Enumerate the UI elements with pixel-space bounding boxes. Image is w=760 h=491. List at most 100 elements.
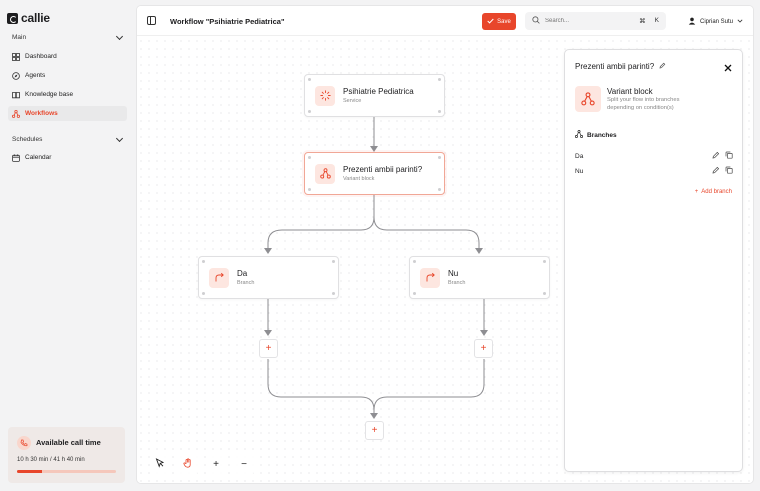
save-label: Save <box>497 18 511 25</box>
add-step-button-da[interactable]: + <box>259 339 278 358</box>
minus-icon: − <box>241 458 247 470</box>
plus-icon: + <box>694 189 699 195</box>
service-node[interactable]: Psihiatrie Pediatrica Service <box>304 74 445 117</box>
sidebar-item-dashboard[interactable]: Dashboard <box>8 49 127 64</box>
branch-name: Da <box>575 152 584 160</box>
main-area: Workflow "Psihiatrie Pediatrica" Save ⌘ … <box>136 5 754 484</box>
variant-icon <box>315 163 335 184</box>
select-tool-button[interactable] <box>150 454 170 474</box>
panel-title-text: Prezenti ambii parinti? <box>575 62 655 71</box>
sidebar-item-agents[interactable]: Agents <box>8 68 127 83</box>
panel-title: Prezenti ambii parinti? <box>575 62 666 71</box>
branch-arrow-icon <box>420 267 440 288</box>
block-details-panel: Prezenti ambii parinti? Variant block Sp… <box>564 49 743 472</box>
sidebar: callie Main Dashboard Agents Knowledge b… <box>0 0 133 491</box>
main-section-label: Main <box>12 34 27 41</box>
grid-icon <box>12 52 20 61</box>
branches-label: Branches <box>587 131 617 139</box>
copy-icon[interactable] <box>725 151 733 161</box>
page-title: Workflow "Psihiatrie Pediatrica" <box>170 17 285 26</box>
branch-node-da[interactable]: Da Branch <box>198 256 339 299</box>
branches-header: Branches <box>574 130 617 140</box>
shortcut-mod: ⌘ <box>639 18 646 25</box>
add-branch-label: Add branch <box>701 189 732 195</box>
sidebar-item-label: Agents <box>25 72 46 79</box>
node-subtitle: Service <box>343 98 362 104</box>
node-subtitle: Branch <box>237 280 255 286</box>
sidebar-item-calendar[interactable]: Calendar <box>8 150 127 165</box>
block-name: Variant block <box>607 87 653 96</box>
branch-arrow-icon <box>209 267 229 288</box>
edit-title-icon[interactable] <box>659 62 666 71</box>
node-subtitle: Branch <box>448 280 466 286</box>
canvas-toolbar: + − <box>150 454 254 474</box>
branch-name: Nu <box>575 167 584 175</box>
edge-da-merge <box>267 359 375 417</box>
app-logo[interactable]: callie <box>7 11 50 25</box>
node-title: Nu <box>448 269 459 278</box>
variant-icon <box>575 86 601 112</box>
close-panel-button[interactable] <box>723 60 733 72</box>
zoom-out-button[interactable]: − <box>234 454 254 474</box>
user-name: Ciprian Sutu <box>700 19 734 25</box>
shortcut-key: K <box>654 17 659 24</box>
node-title: Da <box>237 269 248 278</box>
main-section-header[interactable]: Main <box>12 32 124 41</box>
search-icon <box>532 16 540 26</box>
edge-variant-da <box>267 194 375 252</box>
plus-icon: + <box>265 343 272 354</box>
block-description: Split your flow into branches depending … <box>607 97 680 111</box>
add-step-button-nu[interactable]: + <box>474 339 493 358</box>
copy-icon[interactable] <box>725 166 733 176</box>
calendar-icon <box>12 153 20 162</box>
sidebar-item-workflows[interactable]: Workflows <box>8 106 127 121</box>
pan-tool-button[interactable] <box>178 454 198 474</box>
chevron-down-icon <box>115 32 124 40</box>
edit-icon[interactable] <box>712 166 720 176</box>
sidebar-item-label: Dashboard <box>25 53 57 60</box>
edit-icon[interactable] <box>712 151 720 161</box>
workflow-icon <box>12 109 20 118</box>
zoom-in-button[interactable]: + <box>206 454 226 474</box>
sidebar-item-label: Knowledge base <box>25 91 74 98</box>
add-branch-button[interactable]: + Add branch <box>695 189 732 195</box>
search-shortcut: ⌘ K <box>639 17 659 25</box>
check-icon <box>487 18 494 26</box>
spinner-icon <box>315 85 335 106</box>
sidebar-item-knowledge-base[interactable]: Knowledge base <box>8 87 127 102</box>
search-input[interactable] <box>545 18 625 24</box>
plus-icon: + <box>371 425 378 436</box>
branch-row: Nu <box>575 166 733 176</box>
user-icon <box>688 17 696 27</box>
add-step-button-merge[interactable]: + <box>365 421 384 440</box>
chevron-down-icon <box>115 134 124 142</box>
branch-node-nu[interactable]: Nu Branch <box>409 256 550 299</box>
compass-icon <box>12 71 20 80</box>
node-title: Prezenti ambii parinti? <box>343 165 423 174</box>
branches-icon <box>574 130 584 140</box>
node-subtitle: Variant block <box>343 176 375 182</box>
edge-variant-nu <box>373 216 480 252</box>
call-time-title: Available call time <box>36 438 101 447</box>
user-menu[interactable]: Ciprian Sutu <box>688 17 743 27</box>
close-icon <box>723 60 733 77</box>
book-icon <box>12 91 20 99</box>
hand-icon <box>183 457 193 471</box>
plus-icon: + <box>213 458 219 470</box>
sidebar-item-label: Workflows <box>25 110 58 117</box>
sidebar-toggle-icon[interactable] <box>147 16 156 25</box>
schedules-section-header[interactable]: Schedules <box>12 134 124 143</box>
search-box[interactable]: ⌘ K <box>525 12 666 30</box>
variant-node[interactable]: Prezenti ambii parinti? Variant block <box>304 152 445 195</box>
call-time-progress <box>17 470 116 473</box>
node-title: Psihiatrie Pediatrica <box>343 87 414 96</box>
chevron-down-icon <box>737 19 743 25</box>
branch-row: Da <box>575 151 733 161</box>
call-time-usage: 10 h 30 min / 41 h 40 min <box>17 457 85 463</box>
sidebar-item-label: Calendar <box>25 154 52 161</box>
save-button[interactable]: Save <box>482 13 516 30</box>
callie-logo-icon <box>7 12 18 24</box>
cursor-icon <box>155 457 165 471</box>
call-time-progress-fill <box>17 470 42 473</box>
phone-call-icon <box>17 436 31 450</box>
